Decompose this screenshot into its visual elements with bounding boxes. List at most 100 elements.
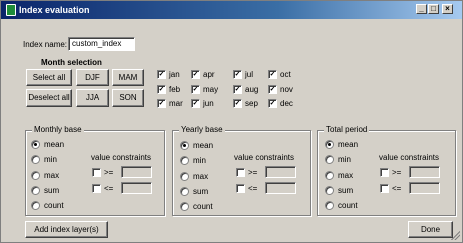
month-jun-checkbox[interactable]: ✓ — [191, 99, 200, 108]
app-icon — [6, 4, 16, 16]
title-bar[interactable]: Index evaluation _ □ × — [1, 1, 462, 19]
yearly-sum-label: sum — [193, 187, 209, 196]
total-sum-label: sum — [338, 186, 354, 195]
yearly-min-label: min — [193, 156, 206, 165]
monthly-min-label: min — [44, 155, 57, 164]
monthly-sum-radio[interactable] — [31, 186, 40, 195]
month-aug-label: aug — [245, 85, 259, 94]
month-dec-checkbox[interactable]: ✓ — [268, 99, 277, 108]
total-le-label: <= — [392, 184, 402, 193]
total-min-label: min — [338, 155, 351, 164]
yearly-base-title: Yearly base — [179, 125, 225, 135]
month-jun-label: jun — [203, 99, 214, 108]
monthly-ge-input[interactable] — [121, 166, 152, 178]
month-oct-label: oct — [280, 70, 291, 79]
total-min-radio[interactable] — [325, 155, 334, 164]
maximize-button[interactable]: □ — [428, 4, 439, 14]
total-le-checkbox[interactable] — [380, 184, 389, 193]
yearly-ge-input[interactable] — [265, 166, 296, 178]
season-djf-button[interactable]: DJF — [76, 69, 109, 86]
monthly-mean-label: mean — [44, 140, 65, 149]
yearly-mean-radio[interactable] — [180, 141, 189, 150]
total-le-input[interactable] — [409, 182, 440, 194]
monthly-ge-label: >= — [104, 168, 114, 177]
month-aug-checkbox[interactable]: ✓ — [233, 85, 242, 94]
monthly-le-input[interactable] — [121, 182, 152, 194]
season-mam-button[interactable]: MAM — [112, 69, 144, 86]
total-sum-radio[interactable] — [325, 186, 334, 195]
minimize-button[interactable]: _ — [416, 4, 427, 14]
month-nov-label: nov — [280, 85, 293, 94]
month-mar-checkbox[interactable]: ✓ — [157, 99, 166, 108]
total-max-label: max — [338, 171, 354, 180]
yearly-max-radio[interactable] — [180, 172, 189, 181]
monthly-count-radio[interactable] — [31, 201, 40, 210]
total-mean-radio[interactable] — [325, 140, 334, 149]
month-may-checkbox[interactable]: ✓ — [191, 85, 200, 94]
total-max-radio[interactable] — [325, 171, 334, 180]
total-period-group: Total period mean min max sum count valu… — [317, 125, 456, 216]
yearly-max-label: max — [193, 172, 209, 181]
monthly-ge-checkbox[interactable] — [92, 168, 101, 177]
yearly-sum-radio[interactable] — [180, 187, 189, 196]
month-selection-title: Month selection — [41, 58, 102, 67]
resize-grip[interactable] — [450, 230, 460, 240]
window-title: Index evaluation — [19, 5, 90, 15]
add-index-layer-button[interactable]: Add index layer(s) — [25, 221, 108, 238]
monthly-le-checkbox[interactable] — [92, 184, 101, 193]
yearly-base-group: Yearly base mean min max sum count value… — [172, 125, 311, 216]
month-jan-checkbox[interactable]: ✓ — [157, 70, 166, 79]
monthly-min-radio[interactable] — [31, 155, 40, 164]
month-nov-checkbox[interactable]: ✓ — [268, 85, 277, 94]
yearly-mean-label: mean — [193, 141, 214, 150]
month-apr-checkbox[interactable]: ✓ — [191, 70, 200, 79]
monthly-base-group: Monthly base mean min max sum count valu… — [25, 125, 165, 216]
yearly-count-radio[interactable] — [180, 202, 189, 211]
monthly-max-radio[interactable] — [31, 171, 40, 180]
month-jul-label: jul — [245, 70, 254, 79]
total-constraints-label: value constraints — [379, 153, 440, 162]
yearly-le-input[interactable] — [265, 182, 296, 194]
monthly-constraints-label: value constraints — [91, 153, 152, 162]
monthly-count-label: count — [44, 201, 64, 210]
month-sep-label: sep — [245, 99, 258, 108]
season-jja-button[interactable]: JJA — [76, 89, 109, 107]
index-name-label: Index name: — [23, 40, 68, 49]
close-button[interactable]: × — [442, 4, 453, 14]
month-mar-label: mar — [169, 99, 183, 108]
monthly-le-label: <= — [104, 184, 114, 193]
month-dec-label: dec — [280, 99, 293, 108]
month-oct-checkbox[interactable]: ✓ — [268, 70, 277, 79]
yearly-ge-checkbox[interactable] — [236, 168, 245, 177]
yearly-le-checkbox[interactable] — [236, 184, 245, 193]
total-ge-input[interactable] — [409, 166, 440, 178]
total-ge-checkbox[interactable] — [380, 168, 389, 177]
yearly-min-radio[interactable] — [180, 156, 189, 165]
monthly-sum-label: sum — [44, 186, 60, 195]
total-count-label: count — [338, 201, 358, 210]
total-count-radio[interactable] — [325, 201, 334, 210]
index-name-input[interactable]: custom_index — [68, 37, 135, 51]
index-evaluation-window: Index evaluation _ □ × Index name: custo… — [0, 0, 463, 243]
month-feb-checkbox[interactable]: ✓ — [157, 85, 166, 94]
yearly-le-label: <= — [248, 184, 258, 193]
month-feb-label: feb — [169, 85, 181, 94]
month-jul-checkbox[interactable]: ✓ — [233, 70, 242, 79]
season-son-button[interactable]: SON — [112, 89, 144, 107]
total-period-title: Total period — [324, 125, 370, 135]
month-apr-label: apr — [203, 70, 215, 79]
yearly-constraints-label: value constraints — [234, 153, 295, 162]
monthly-base-title: Monthly base — [32, 125, 84, 135]
total-ge-label: >= — [392, 168, 402, 177]
monthly-max-label: max — [44, 171, 60, 180]
select-all-button[interactable]: Select all — [26, 69, 72, 86]
yearly-count-label: count — [193, 202, 213, 211]
yearly-ge-label: >= — [248, 168, 258, 177]
month-sep-checkbox[interactable]: ✓ — [233, 99, 242, 108]
month-may-label: may — [203, 85, 219, 94]
month-jan-label: jan — [169, 70, 180, 79]
monthly-mean-radio[interactable] — [31, 140, 40, 149]
done-button[interactable]: Done — [408, 221, 453, 238]
total-mean-label: mean — [338, 140, 359, 149]
deselect-all-button[interactable]: Deselect all — [26, 89, 72, 107]
